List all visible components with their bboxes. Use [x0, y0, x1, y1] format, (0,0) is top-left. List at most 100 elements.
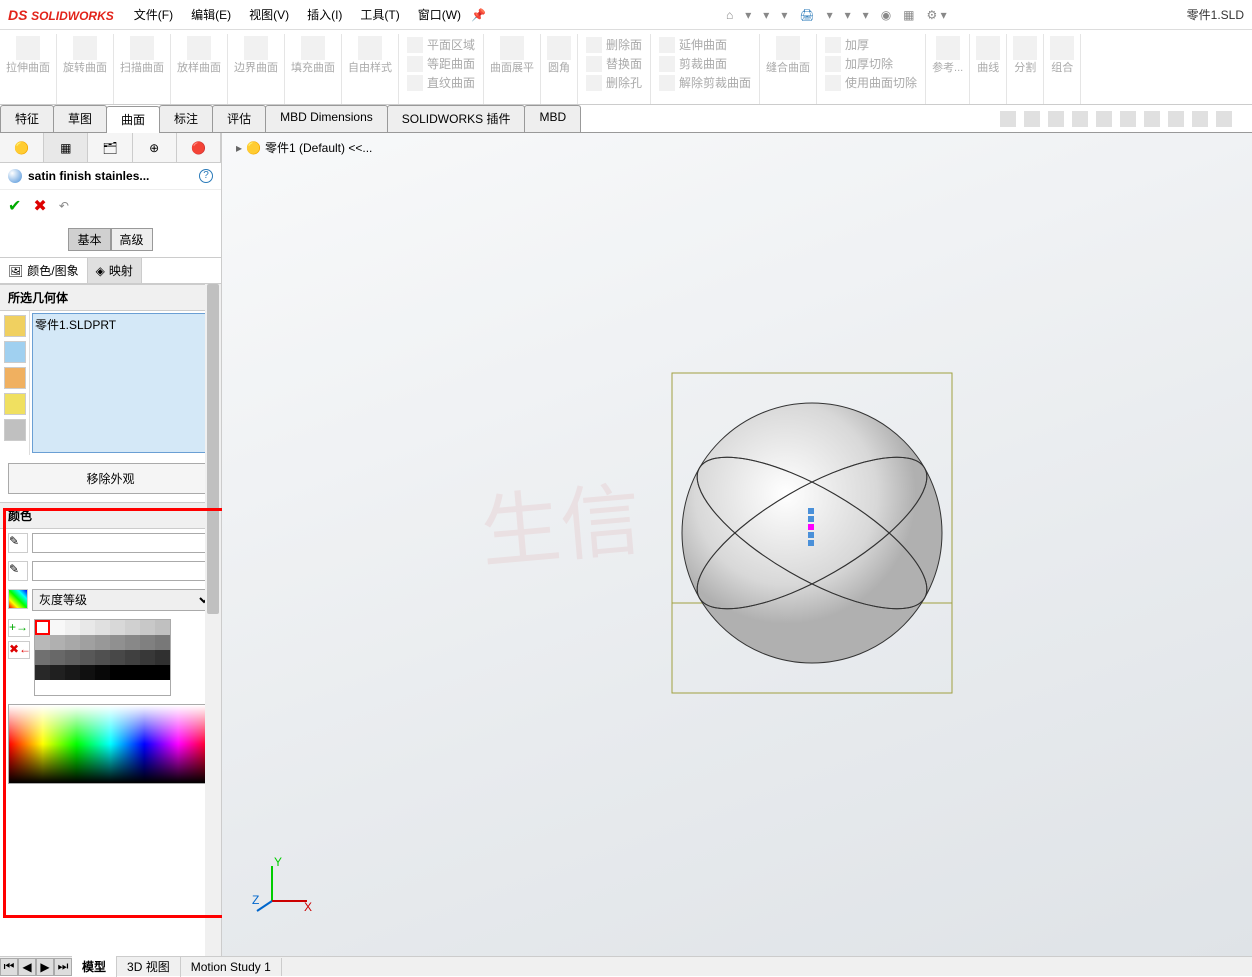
tab-mbddim[interactable]: MBD Dimensions: [265, 105, 388, 132]
nav-prev-icon[interactable]: ◀: [18, 958, 36, 976]
ribbon-boundary[interactable]: 边界曲面: [228, 34, 285, 104]
menu-view[interactable]: 视图(V): [249, 6, 289, 23]
filter-body-icon[interactable]: [4, 341, 26, 363]
nav-next-icon[interactable]: ▶: [36, 958, 54, 976]
filter-part-icon[interactable]: [4, 315, 26, 337]
palette-icon[interactable]: [8, 589, 28, 609]
selection-list[interactable]: 零件1.SLDPRT: [32, 313, 219, 453]
bottom-tab-3dview[interactable]: 3D 视图: [117, 956, 181, 977]
tab-sketch[interactable]: 草图: [53, 105, 107, 132]
subtab-mapping[interactable]: ◈ 映射: [88, 258, 142, 283]
select-icon[interactable]: ▾: [863, 8, 869, 22]
ribbon-deleteface[interactable]: 删除面: [586, 36, 642, 53]
mode-basic-button[interactable]: 基本: [68, 228, 110, 251]
zoom-fit-icon[interactable]: [1000, 111, 1016, 127]
ribbon-freeform[interactable]: 自由样式: [342, 34, 399, 104]
view-settings-icon[interactable]: [1216, 111, 1232, 127]
ribbon-offset[interactable]: 等距曲面: [407, 55, 475, 72]
ribbon-planar[interactable]: 平面区域: [407, 36, 475, 53]
ribbon-surfacecut[interactable]: 使用曲面切除: [825, 74, 917, 91]
ribbon-trim[interactable]: 剪裁曲面: [659, 55, 727, 72]
ribbon-untrim[interactable]: 解除剪裁曲面: [659, 74, 751, 91]
view-triad[interactable]: Y X Z: [252, 856, 312, 916]
gear-icon[interactable]: ⚙ ▾: [927, 8, 947, 22]
rebuild-icon[interactable]: ◉: [881, 8, 891, 22]
cancel-button[interactable]: ✖: [33, 196, 46, 216]
menu-tools[interactable]: 工具(T): [360, 6, 399, 23]
remove-color-button[interactable]: ✖←: [8, 641, 30, 659]
bottom-tab-model[interactable]: 模型: [72, 956, 117, 977]
menu-insert[interactable]: 插入(I): [307, 6, 342, 23]
ribbon-fill[interactable]: 填充曲面: [285, 34, 342, 104]
ribbon-extrude[interactable]: 拉伸曲面: [0, 34, 57, 104]
home-icon[interactable]: ⌂: [726, 8, 733, 22]
prev-view-icon[interactable]: [1048, 111, 1064, 127]
tab-dimxpert-icon[interactable]: ⊕: [133, 133, 177, 162]
menu-file[interactable]: 文件(F): [134, 6, 173, 23]
view-orient-icon[interactable]: [1096, 111, 1112, 127]
eyedropper-icon[interactable]: ✎: [8, 533, 28, 553]
ok-button[interactable]: ✔: [8, 196, 21, 216]
model-sphere[interactable]: [662, 363, 962, 703]
redo-icon[interactable]: ▾: [845, 8, 851, 22]
breadcrumb-text[interactable]: 零件1 (Default) <<...: [265, 139, 372, 156]
ribbon-fillet[interactable]: 圆角: [541, 34, 578, 104]
tab-config-icon[interactable]: 🗂: [88, 133, 132, 162]
filter-feature-icon[interactable]: [4, 419, 26, 441]
grayscale-palette[interactable]: [34, 619, 171, 696]
ribbon-flatten[interactable]: 曲面展平: [484, 34, 541, 104]
secondary-color-swatch[interactable]: [32, 561, 213, 581]
hide-show-icon[interactable]: [1144, 111, 1160, 127]
display-style-icon[interactable]: [1120, 111, 1136, 127]
menu-edit[interactable]: 编辑(E): [191, 6, 231, 23]
menu-window[interactable]: 窗口(W): [418, 6, 461, 23]
ribbon-deletehole[interactable]: 删除孔: [586, 74, 642, 91]
help-icon[interactable]: ?: [199, 169, 213, 183]
section-color[interactable]: 颜色˄: [0, 502, 221, 529]
tab-mbd[interactable]: MBD: [524, 105, 581, 132]
new-icon[interactable]: ▾: [745, 8, 751, 22]
section-icon[interactable]: [1072, 111, 1088, 127]
open-icon[interactable]: ▾: [763, 8, 769, 22]
ribbon-replaceface[interactable]: 替换面: [586, 55, 642, 72]
tab-surface[interactable]: 曲面: [106, 106, 160, 133]
add-color-button[interactable]: +→: [8, 619, 30, 637]
palette-select[interactable]: 灰度等级: [32, 589, 213, 611]
scene-icon[interactable]: [1192, 111, 1208, 127]
ribbon-revolve[interactable]: 旋转曲面: [57, 34, 114, 104]
pin-icon[interactable]: 📌: [471, 8, 486, 22]
remove-appearance-button[interactable]: 移除外观: [8, 463, 213, 494]
nav-last-icon[interactable]: ⏭: [54, 958, 72, 976]
tab-features[interactable]: 特征: [0, 105, 54, 132]
eyedropper-icon[interactable]: ✎: [8, 561, 28, 581]
appearance-icon[interactable]: [1168, 111, 1184, 127]
print-icon[interactable]: 🖨: [799, 8, 814, 22]
tab-evaluate[interactable]: 评估: [212, 105, 266, 132]
options-icon[interactable]: ▦: [903, 8, 914, 22]
rebuild-icon[interactable]: ↶: [59, 199, 69, 213]
panel-scrollbar[interactable]: [205, 284, 221, 956]
ribbon-extend[interactable]: 延伸曲面: [659, 36, 727, 53]
tab-addins[interactable]: SOLIDWORKS 插件: [387, 105, 526, 132]
tab-feature-tree-icon[interactable]: 🟡: [0, 133, 44, 162]
tab-appearance-icon[interactable]: 🔴: [177, 133, 221, 162]
ribbon-knit[interactable]: 缝合曲面: [760, 34, 817, 104]
color-spectrum[interactable]: [8, 704, 213, 784]
ribbon-combine[interactable]: 组合: [1044, 34, 1081, 104]
section-geometry[interactable]: 所选几何体˄: [0, 284, 221, 311]
ribbon-curves[interactable]: 曲线: [970, 34, 1007, 104]
tab-annotate[interactable]: 标注: [159, 105, 213, 132]
tab-property-icon[interactable]: ▦: [44, 133, 88, 162]
ribbon-sweep[interactable]: 扫描曲面: [114, 34, 171, 104]
mode-advanced-button[interactable]: 高级: [111, 228, 153, 251]
undo-icon[interactable]: ▾: [827, 8, 833, 22]
primary-color-swatch[interactable]: [32, 533, 213, 553]
ribbon-split[interactable]: 分割: [1007, 34, 1044, 104]
3d-viewport[interactable]: ▸ 🟡 零件1 (Default) <<... 生信 Y X Z: [222, 133, 1252, 956]
ribbon-thicken[interactable]: 加厚: [825, 36, 869, 53]
ribbon-ruled[interactable]: 直纹曲面: [407, 74, 475, 91]
ribbon-thickencut[interactable]: 加厚切除: [825, 55, 893, 72]
filter-face-icon[interactable]: [4, 367, 26, 389]
bottom-tab-motion[interactable]: Motion Study 1: [181, 958, 282, 976]
list-item[interactable]: 零件1.SLDPRT: [35, 316, 216, 333]
